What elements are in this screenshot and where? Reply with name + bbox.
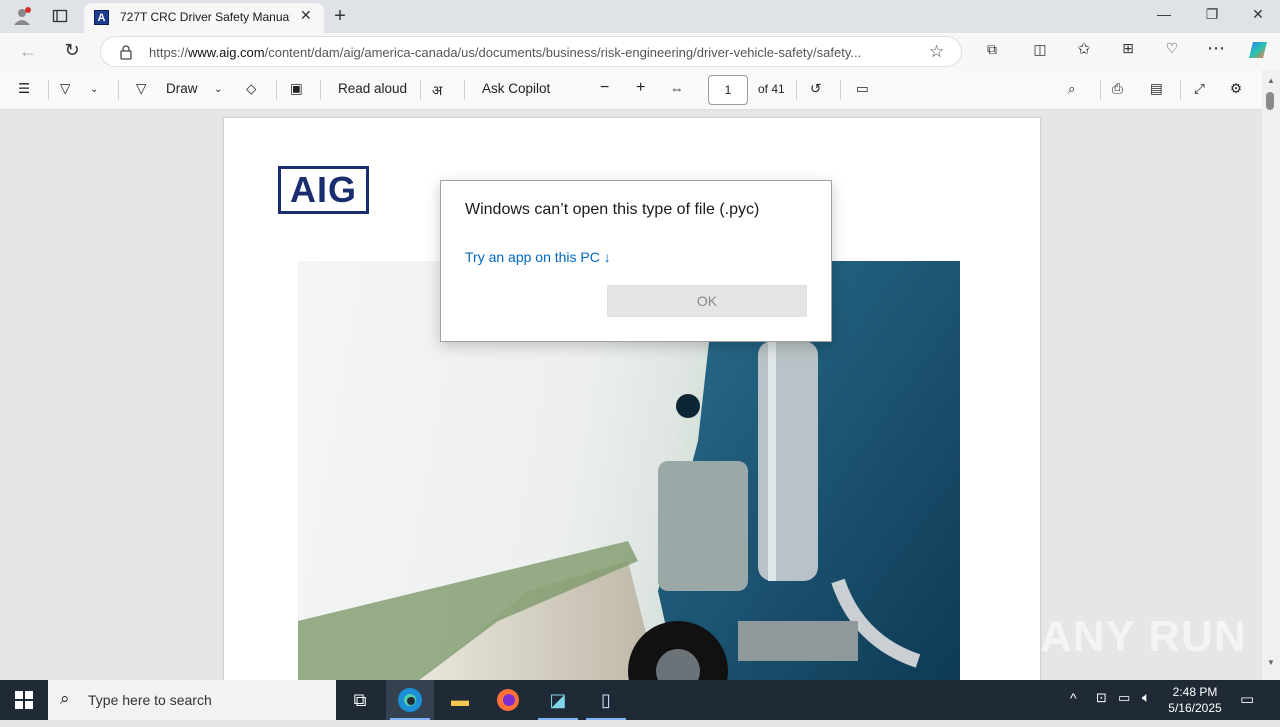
divider: [840, 80, 841, 100]
title-bar: A 727T CRC Driver Safety Manual 2 ✕ + — …: [0, 0, 1280, 33]
favorite-star-icon[interactable]: ☆: [929, 42, 944, 62]
divider: [276, 80, 277, 100]
network-icon[interactable]: ▭: [1118, 690, 1130, 706]
page-number-input[interactable]: 1: [708, 75, 748, 105]
draw-icon[interactable]: ▽: [136, 81, 146, 97]
try-app-link[interactable]: Try an app on this PC ↓: [465, 249, 611, 265]
settings-gear-icon[interactable]: ⚙: [1230, 81, 1242, 97]
device-icon[interactable]: ⊡: [1096, 690, 1107, 706]
notepad-taskbar-icon[interactable]: ▯: [582, 680, 630, 720]
search-icon: ⌕: [60, 689, 70, 708]
divider: [464, 80, 465, 100]
scroll-up-icon[interactable]: ▲: [1267, 76, 1275, 85]
divider: [796, 80, 797, 100]
url-text[interactable]: https://www.aig.com/content/dam/aig/amer…: [149, 45, 919, 60]
scroll-down-icon[interactable]: ▼: [1267, 658, 1275, 667]
pdf-toolbar: ☰ ▽ ⌄ ▽ Draw ⌄ ◇ ▣ Read aloud अ Ask Copi…: [0, 70, 1280, 110]
highlight-icon[interactable]: ▽: [60, 81, 70, 97]
split-screen-icon[interactable]: ◫: [1030, 41, 1050, 58]
lock-icon[interactable]: [119, 44, 133, 65]
page-total: of 41: [758, 82, 785, 96]
divider: [420, 80, 421, 100]
edge-taskbar-icon[interactable]: [386, 680, 434, 720]
rotate-icon[interactable]: ↺: [810, 81, 821, 97]
copilot-icon[interactable]: [1246, 39, 1270, 63]
file-open-dialog: Windows can’t open this type of file (.p…: [440, 180, 832, 342]
zoom-in-icon[interactable]: +: [636, 79, 645, 97]
anyrun-watermark: ANY RUN: [1040, 612, 1247, 661]
add-text-icon[interactable]: ▣: [290, 81, 303, 97]
divider: [118, 80, 119, 100]
browser-essentials-icon[interactable]: ♡: [1162, 40, 1182, 57]
fit-width-icon[interactable]: ⇔: [670, 81, 684, 96]
taskbar: ⌕ Type here to search ⧉ ▬ ◪ ▯ ^ ⊡ ▭ 🔈︎ 2…: [0, 680, 1280, 720]
divider: [1180, 80, 1181, 100]
search-icon[interactable]: ⌕: [1068, 81, 1076, 97]
task-view-icon[interactable]: ⧉: [336, 680, 384, 720]
refresh-icon[interactable]: ↻: [60, 40, 84, 61]
clock-time: 2:48 PM: [1172, 685, 1218, 699]
taskbar-search[interactable]: ⌕ Type here to search: [48, 680, 336, 720]
page-view-icon[interactable]: ▭: [856, 81, 869, 97]
tab-active[interactable]: A 727T CRC Driver Safety Manual 2 ✕: [84, 3, 324, 33]
windows-start-icon[interactable]: [0, 680, 48, 720]
fullscreen-icon[interactable]: ⤢: [1194, 81, 1205, 97]
firefox-icon[interactable]: [484, 680, 532, 720]
print-icon[interactable]: ⎙: [1112, 81, 1123, 97]
aig-logo: AIG: [278, 166, 369, 214]
divider: [1100, 80, 1101, 100]
favorites-icon[interactable]: ✩: [1074, 39, 1094, 59]
show-hidden-icons-icon[interactable]: ^: [1070, 690, 1077, 706]
back-icon[interactable]: ←: [16, 41, 40, 62]
translate-icon[interactable]: अ: [432, 81, 442, 99]
read-aloud-button[interactable]: Read aloud: [338, 81, 407, 96]
ask-copilot-button[interactable]: Ask Copilot: [482, 81, 550, 96]
scroll-thumb[interactable]: [1266, 92, 1274, 110]
search-placeholder: Type here to search: [88, 692, 212, 708]
address-bar[interactable]: https://www.aig.com/content/dam/aig/amer…: [100, 36, 962, 67]
restore-icon[interactable]: ❐: [1198, 6, 1226, 23]
extensions-icon[interactable]: ⧉: [982, 41, 1002, 58]
divider: [320, 80, 321, 100]
chevron-down-icon[interactable]: ⌄: [90, 84, 98, 95]
close-tab-icon[interactable]: ✕: [300, 7, 312, 24]
minimize-icon[interactable]: —: [1150, 6, 1178, 22]
navigation-bar: ← ↻ https://www.aig.com/content/dam/aig/…: [0, 33, 1280, 70]
draw-button[interactable]: Draw: [166, 81, 198, 96]
notifications-icon[interactable]: ▭: [1240, 690, 1254, 708]
save-icon[interactable]: ▤: [1150, 81, 1163, 97]
tab-actions-icon[interactable]: [52, 8, 68, 24]
system-clock[interactable]: 2:48 PM 5/16/2025: [1160, 684, 1230, 716]
contents-icon[interactable]: ☰: [18, 81, 30, 97]
clock-date: 5/16/2025: [1168, 701, 1222, 715]
vertical-scrollbar[interactable]: ▲ ▼: [1262, 70, 1280, 680]
file-explorer-icon[interactable]: ▬: [436, 680, 484, 720]
eraser-icon[interactable]: ◇: [246, 81, 256, 97]
ok-button[interactable]: OK: [607, 285, 807, 317]
app-taskbar-icon[interactable]: ◪: [534, 680, 582, 720]
more-options-icon[interactable]: ⋯: [1206, 38, 1226, 59]
divider: [48, 80, 49, 100]
aig-favicon-icon: A: [94, 10, 109, 25]
new-tab-icon[interactable]: +: [330, 5, 350, 28]
profile-icon[interactable]: [12, 6, 32, 26]
close-window-icon[interactable]: ✕: [1244, 6, 1272, 23]
zoom-out-icon[interactable]: −: [600, 79, 609, 97]
collections-icon[interactable]: ⊞: [1118, 40, 1138, 57]
volume-icon[interactable]: 🔈︎: [1142, 689, 1150, 706]
chevron-down-icon[interactable]: ⌄: [214, 84, 222, 95]
tab-title: 727T CRC Driver Safety Manual 2: [120, 10, 290, 24]
dialog-title: Windows can’t open this type of file (.p…: [465, 201, 760, 218]
